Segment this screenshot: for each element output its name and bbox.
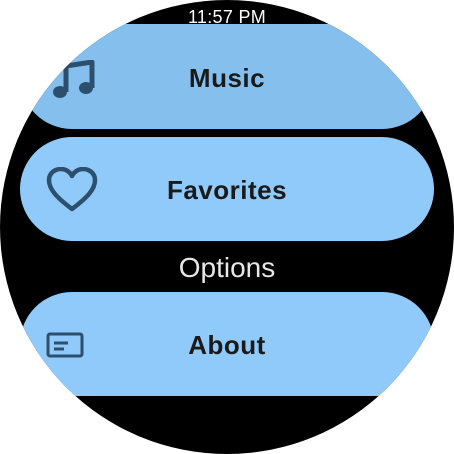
about-label: About [188, 330, 266, 360]
music-chip[interactable]: Music [20, 24, 434, 129]
favorites-label: Favorites [166, 175, 288, 205]
about-chip[interactable]: About [20, 292, 434, 396]
music-label: Music [188, 63, 266, 93]
status-time: 11:57 PM [187, 7, 267, 27]
watch-screen: 11:57 PM Music Favorites Options About [0, 0, 454, 454]
favorites-chip[interactable]: Favorites [20, 137, 434, 241]
section-header-options: Options [178, 252, 276, 283]
